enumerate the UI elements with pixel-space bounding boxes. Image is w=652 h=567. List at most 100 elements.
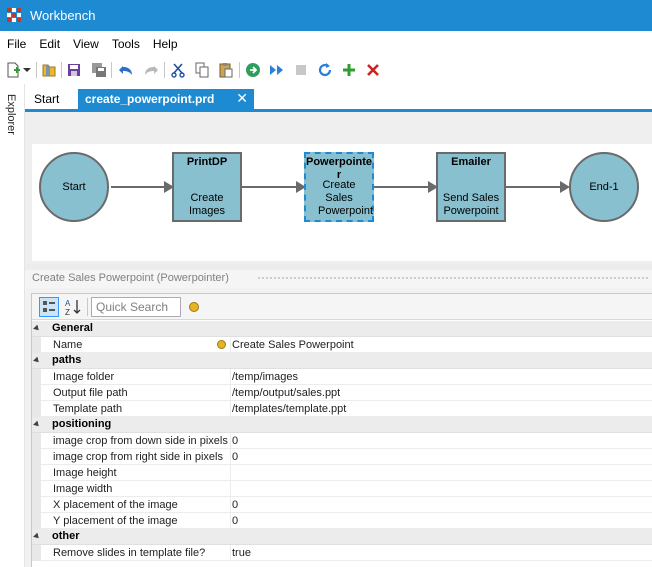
menu-help[interactable]: Help (146, 33, 184, 55)
info-icon[interactable] (189, 302, 199, 312)
property-row[interactable]: image crop from right side in pixels 0 (32, 449, 652, 465)
explorer-tab[interactable]: Explorer (2, 89, 20, 139)
window-title: Workbench (30, 8, 96, 23)
property-row[interactable]: Remove slides in template file? true (32, 545, 652, 561)
property-row[interactable]: Image height (32, 465, 652, 481)
new-icon[interactable] (3, 60, 23, 80)
quick-search-input[interactable] (91, 297, 181, 317)
category-row-positioning[interactable]: positioning (32, 417, 652, 433)
column-divider (230, 545, 231, 561)
property-row[interactable]: X placement of the image 0 (32, 497, 652, 513)
run-icon[interactable] (243, 60, 263, 80)
property-value[interactable]: /temp/images (232, 371, 298, 383)
property-name: image crop from down side in pixels (53, 435, 228, 447)
refresh-icon[interactable] (315, 60, 335, 80)
column-divider (230, 497, 231, 513)
toolbar-separator (61, 62, 62, 78)
node-end[interactable]: End-1 (569, 152, 639, 222)
property-value[interactable]: 0 (232, 499, 238, 511)
edge-arrow (506, 181, 570, 193)
open-folder-icon[interactable] (39, 60, 59, 80)
property-name: Template path (53, 403, 123, 415)
delete-icon[interactable] (363, 60, 383, 80)
property-row[interactable]: Image folder/temp/images (32, 369, 652, 385)
node-powerpointer[interactable]: Powerpointer Create Sales Powerpoint (304, 152, 374, 222)
property-value[interactable]: true (232, 547, 251, 559)
category-name: paths (52, 354, 82, 366)
property-row[interactable]: Y placement of the image 0 (32, 513, 652, 529)
drag-handle[interactable] (257, 276, 650, 281)
fast-forward-icon[interactable] (267, 60, 287, 80)
property-name: X placement of the image (53, 499, 178, 511)
edge-arrow (374, 181, 438, 193)
title-bar: Workbench (0, 0, 652, 31)
node-description: Send Sales Powerpoint (442, 192, 500, 217)
category-row-general[interactable]: General (32, 321, 652, 337)
node-emailer[interactable]: Emailer Send Sales Powerpoint (436, 152, 506, 222)
column-divider (230, 449, 231, 465)
category-name: General (52, 322, 93, 334)
copy-icon[interactable] (192, 60, 212, 80)
row-margin (32, 513, 41, 529)
property-row[interactable]: Output file path/temp/output/sales.ppt (32, 385, 652, 401)
property-value[interactable]: 0 (232, 515, 238, 527)
close-icon[interactable]: ✕ (236, 90, 248, 107)
property-value[interactable]: Create Sales Powerpoint (217, 339, 354, 351)
save-icon[interactable] (64, 60, 84, 80)
collapse-arrow-icon[interactable] (33, 532, 41, 541)
property-grid-toolbar: AZ (32, 294, 652, 320)
paste-icon[interactable] (216, 60, 236, 80)
menu-view[interactable]: View (66, 33, 105, 55)
property-value-text: 0 (232, 435, 239, 447)
row-margin (32, 337, 41, 353)
properties-title: Create Sales Powerpoint (Powerpointer) (32, 272, 229, 284)
alphabetical-view-button[interactable]: AZ (63, 297, 83, 317)
property-row[interactable]: Image width (32, 481, 652, 497)
node-title: PrintDP (186, 156, 228, 168)
property-value-text: true (232, 547, 251, 559)
cut-icon[interactable] (168, 60, 188, 80)
menu-edit[interactable]: Edit (32, 33, 66, 55)
column-divider (230, 481, 231, 497)
redo-icon[interactable] (141, 60, 161, 80)
property-rows: General Name Create Sales Powerpoint paths I… (32, 321, 652, 561)
menu-tools[interactable]: Tools (105, 33, 146, 55)
category-row-other[interactable]: other (32, 529, 652, 545)
workflow-canvas[interactable]: Start PrintDP Create Images Powerpointer… (32, 144, 652, 261)
property-row[interactable]: image crop from down side in pixels 0 (32, 433, 652, 449)
tab-label: create_powerpoint.prd (85, 92, 215, 106)
property-value[interactable]: 0 (232, 451, 238, 463)
property-value[interactable]: /templates/template.ppt (232, 403, 346, 415)
collapse-arrow-icon[interactable] (33, 356, 41, 365)
add-icon[interactable] (339, 60, 359, 80)
collapse-arrow-icon[interactable] (33, 324, 41, 333)
category-row-paths[interactable]: paths (32, 353, 652, 369)
categorized-view-button[interactable] (39, 297, 59, 317)
node-description: Create Sales Powerpoint (318, 179, 374, 217)
toolbar-separator (111, 62, 112, 78)
property-value[interactable]: /temp/output/sales.ppt (232, 387, 340, 399)
app-logo-icon (7, 8, 22, 23)
toolbar-separator (164, 62, 165, 78)
menu-file[interactable]: File (0, 33, 32, 55)
tab-start[interactable]: Start (27, 89, 66, 109)
node-title: Powerpointer (306, 156, 373, 181)
dropdown-arrow-icon[interactable] (21, 60, 33, 80)
stop-icon[interactable] (291, 60, 311, 80)
categorized-icon (43, 301, 55, 312)
node-printdp[interactable]: PrintDP Create Images (172, 152, 242, 222)
property-name: Remove slides in template file? (53, 547, 206, 559)
property-name: Y placement of the image (53, 515, 178, 527)
node-start[interactable]: Start (39, 152, 109, 222)
row-margin (32, 545, 41, 561)
category-name: positioning (52, 418, 112, 430)
property-row[interactable]: Template path/templates/template.ppt (32, 401, 652, 417)
tab-create-powerpoint[interactable]: create_powerpoint.prd ✕ (78, 89, 254, 109)
undo-icon[interactable] (116, 60, 136, 80)
row-margin (32, 401, 41, 417)
property-row[interactable]: Name Create Sales Powerpoint (32, 337, 652, 353)
save-all-icon[interactable] (89, 60, 109, 80)
collapse-arrow-icon[interactable] (33, 420, 41, 429)
property-value[interactable]: 0 (232, 435, 238, 447)
property-value-text: 0 (232, 515, 239, 527)
